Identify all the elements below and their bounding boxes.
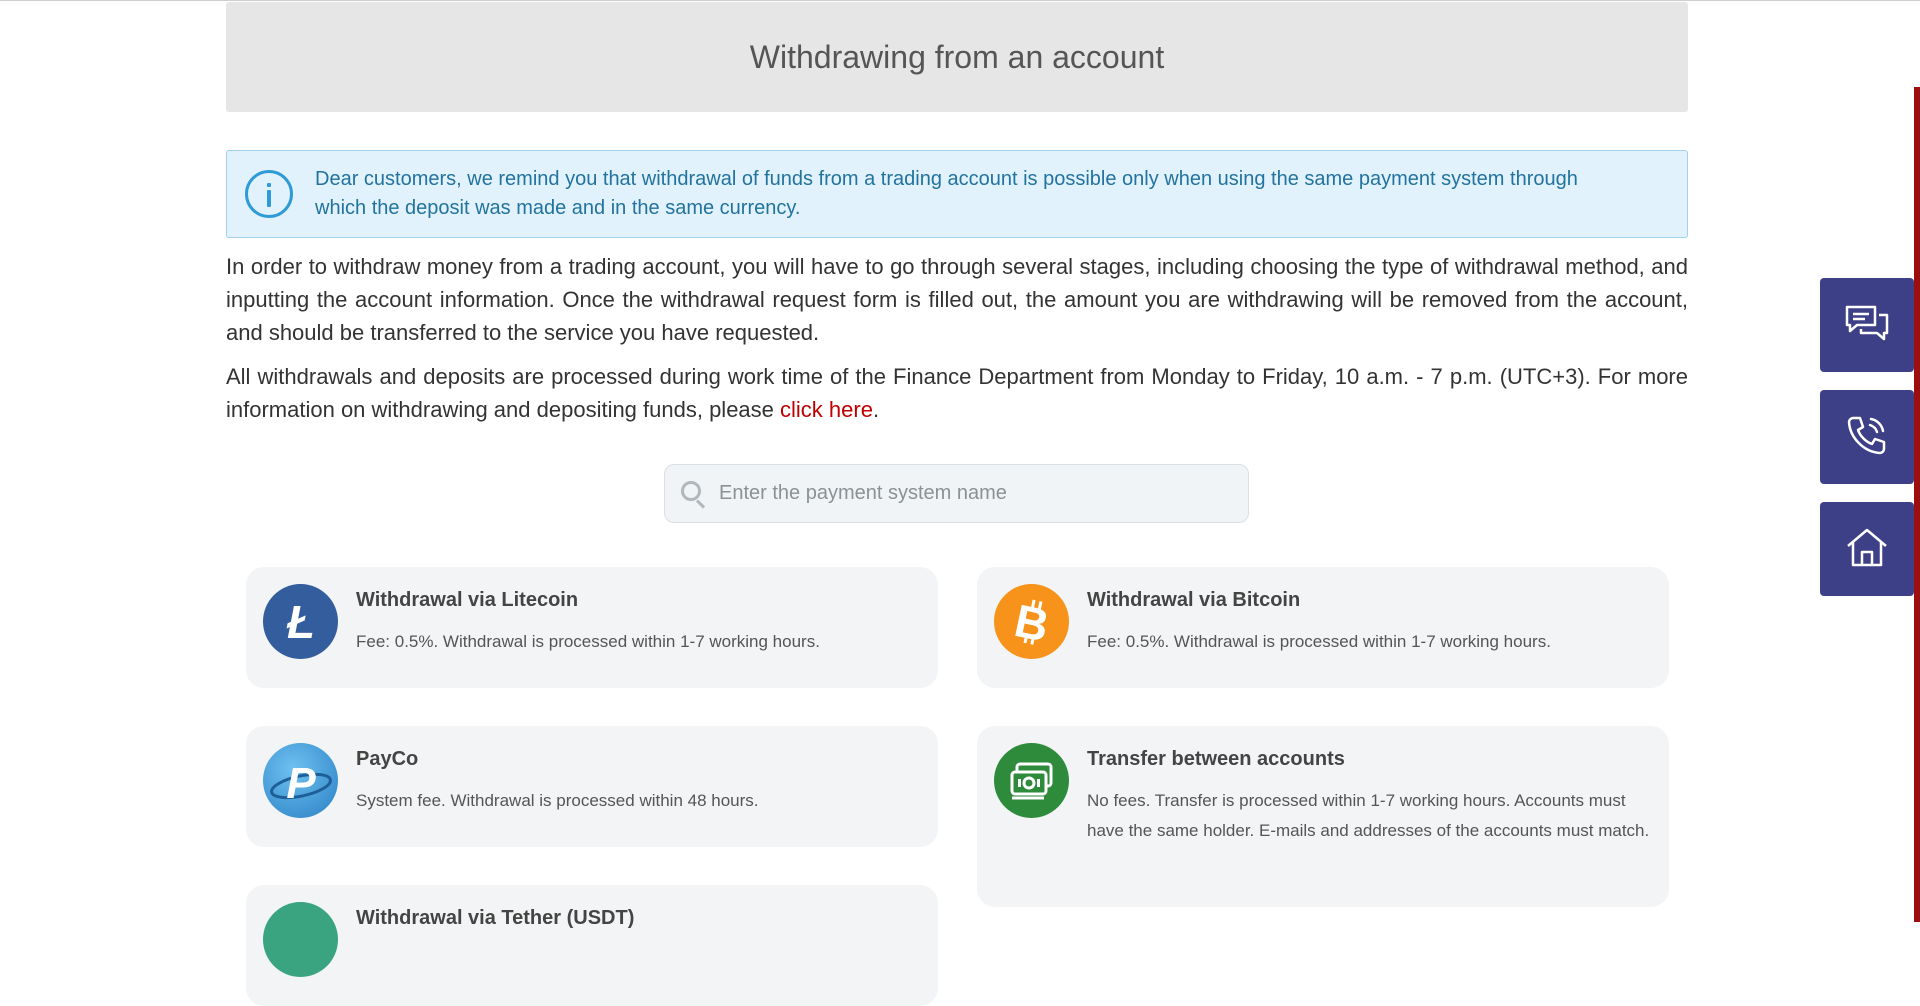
- home-icon: [1845, 526, 1889, 573]
- hours-text: All withdrawals and deposits are process…: [226, 364, 1688, 422]
- main-content: Withdrawing from an account Dear custome…: [226, 2, 1688, 1006]
- svg-text:P: P: [286, 759, 316, 808]
- home-button[interactable]: [1820, 502, 1914, 596]
- bitcoin-icon: B: [994, 584, 1069, 659]
- notice-box: Dear customers, we remind you that withd…: [226, 150, 1688, 238]
- hours-paragraph: All withdrawals and deposits are process…: [226, 360, 1688, 426]
- payment-search[interactable]: [664, 464, 1249, 523]
- litecoin-icon: Ł: [263, 584, 338, 659]
- method-card-bitcoin[interactable]: B Withdrawal via Bitcoin Fee: 0.5%. With…: [977, 567, 1669, 688]
- method-card-payco[interactable]: P PayCo System fee. Withdrawal is proces…: [246, 726, 938, 847]
- money-transfer-icon: [994, 743, 1069, 818]
- notice-text: Dear customers, we remind you that withd…: [315, 168, 1578, 219]
- method-title: Withdrawal via Tether (USDT): [356, 907, 635, 929]
- page-title: Withdrawing from an account: [749, 38, 1165, 75]
- phone-icon: [1845, 413, 1889, 462]
- method-title: Withdrawal via Bitcoin: [1087, 589, 1301, 611]
- chat-icon: [1844, 303, 1890, 348]
- method-desc: Fee: 0.5%. Withdrawal is processed withi…: [1087, 632, 1551, 651]
- intro-paragraph: In order to withdraw money from a tradin…: [226, 254, 1688, 345]
- method-desc: No fees. Transfer is processed within 1-…: [1087, 791, 1650, 840]
- top-border: [0, 0, 1920, 1]
- info-icon: [245, 170, 293, 218]
- method-card-transfer[interactable]: Transfer between accounts No fees. Trans…: [977, 726, 1669, 907]
- method-card-litecoin[interactable]: Ł Withdrawal via Litecoin Fee: 0.5%. Wit…: [246, 567, 938, 688]
- method-title: Transfer between accounts: [1087, 748, 1345, 770]
- svg-text:Ł: Ł: [285, 596, 314, 648]
- search-input[interactable]: [717, 481, 1221, 506]
- page-title-bar: Withdrawing from an account: [226, 2, 1688, 112]
- tether-icon: [263, 902, 338, 977]
- method-desc: System fee. Withdrawal is processed with…: [356, 791, 759, 810]
- call-button[interactable]: [1820, 390, 1914, 484]
- method-card-tether[interactable]: Withdrawal via Tether (USDT): [246, 885, 938, 1006]
- method-title: PayCo: [356, 748, 419, 770]
- hours-end: .: [872, 397, 880, 422]
- chat-button[interactable]: [1820, 278, 1914, 372]
- scrollbar-thumb[interactable]: [1914, 87, 1920, 922]
- method-title: Withdrawal via Litecoin: [356, 589, 579, 611]
- method-desc: Fee: 0.5%. Withdrawal is processed withi…: [356, 632, 820, 651]
- search-icon: [681, 480, 707, 507]
- payco-icon: P: [263, 743, 338, 818]
- click-here-link[interactable]: click here: [780, 397, 873, 422]
